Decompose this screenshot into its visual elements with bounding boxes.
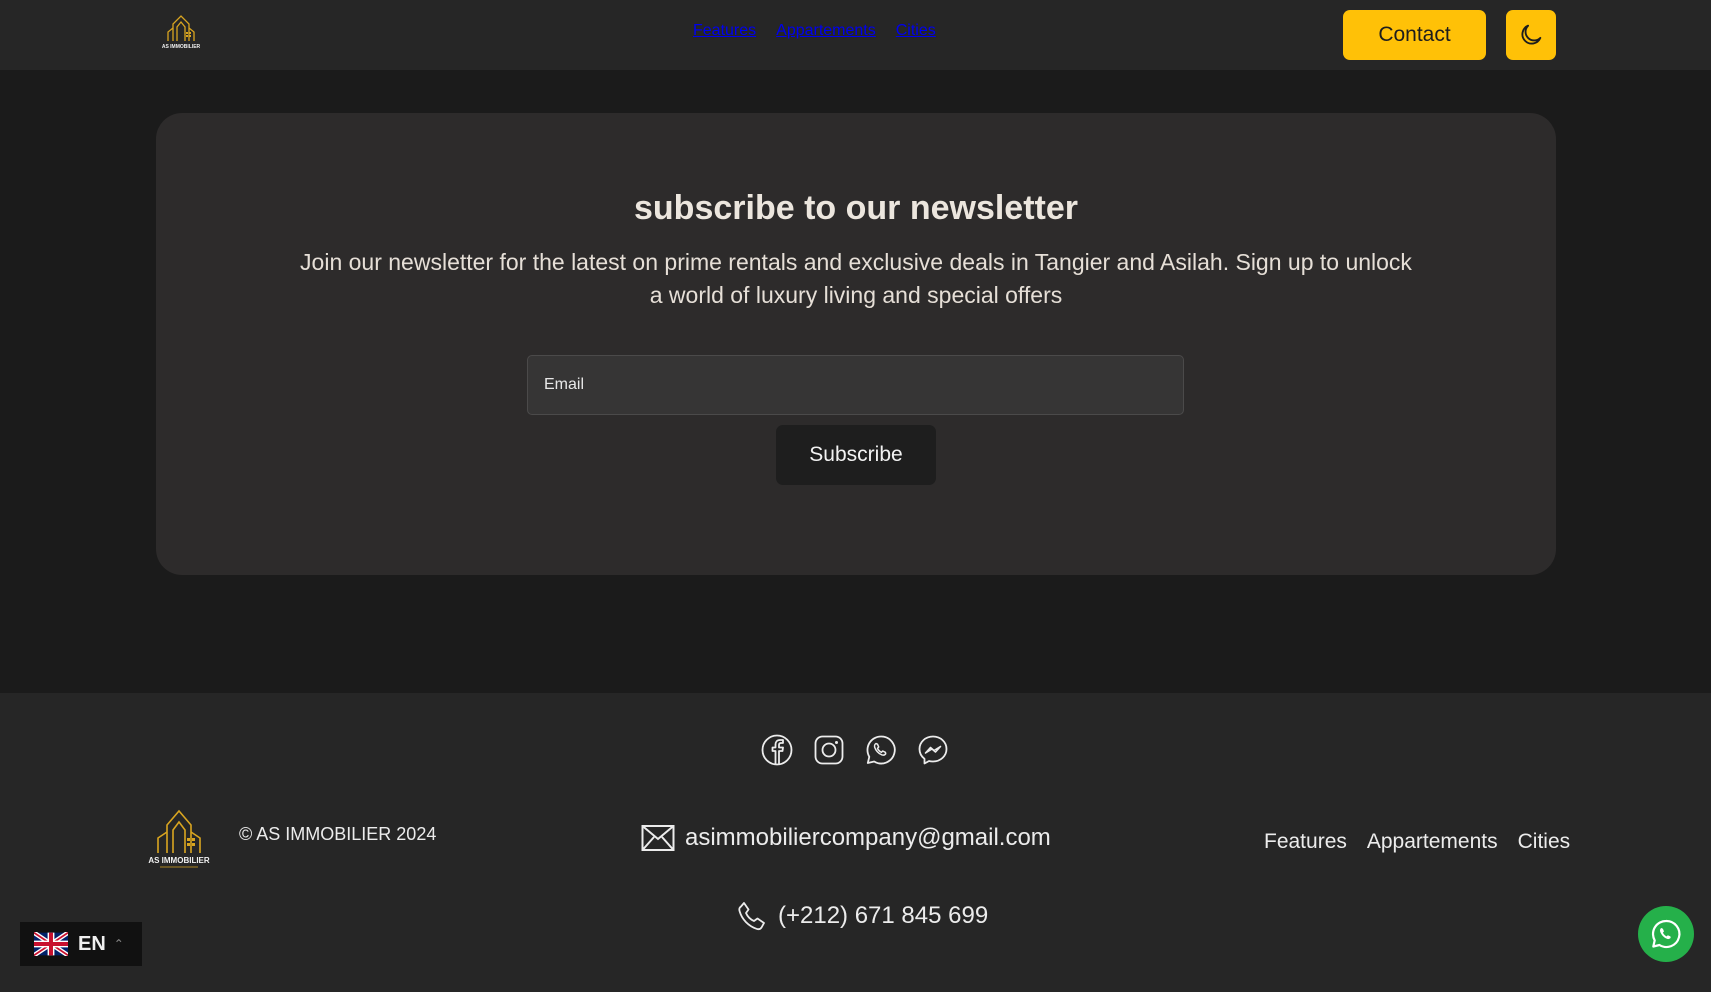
newsletter-title: subscribe to our newsletter: [634, 189, 1078, 227]
main-nav: Features Appartements Cities: [693, 22, 936, 40]
footer-logo[interactable]: AS IMMOBILIER: [140, 805, 218, 871]
email-address: asimmobiliercompany@gmail.com: [685, 824, 1051, 851]
social-links: [760, 733, 950, 767]
phone-number: (+212) 671 845 699: [778, 902, 989, 929]
mail-icon: [641, 825, 675, 851]
chevron-up-icon: ⌃: [113, 937, 124, 951]
building-logo-icon: AS IMMOBILIER: [162, 15, 201, 50]
logo[interactable]: AS IMMOBILIER: [156, 10, 206, 52]
theme-toggle-button[interactable]: [1506, 10, 1556, 60]
nav-appartements[interactable]: Appartements: [776, 22, 876, 40]
footer-nav-cities[interactable]: Cities: [1518, 830, 1571, 854]
whatsapp-icon: [1651, 919, 1681, 949]
footer: AS IMMOBILIER © AS IMMOBILIER 2024 asimm…: [0, 693, 1711, 992]
nav-features[interactable]: Features: [693, 22, 756, 40]
email-input[interactable]: [527, 355, 1184, 415]
svg-text:AS IMMOBILIER: AS IMMOBILIER: [148, 856, 210, 865]
newsletter-description: Join our newsletter for the latest on pr…: [300, 249, 1412, 308]
footer-nav: Features Appartements Cities: [1264, 830, 1570, 854]
uk-flag-icon: [34, 932, 68, 956]
language-selector[interactable]: EN ⌃: [20, 922, 142, 966]
contact-email[interactable]: asimmobiliercompany@gmail.com: [641, 824, 1051, 852]
contact-button[interactable]: Contact: [1343, 10, 1486, 60]
language-code: EN: [78, 932, 106, 955]
moon-icon: [1521, 24, 1542, 45]
messenger-icon[interactable]: [916, 733, 950, 767]
whatsapp-icon[interactable]: [864, 733, 898, 767]
copyright-text: © AS IMMOBILIER 2024: [239, 824, 437, 844]
building-logo-icon: AS IMMOBILIER: [148, 809, 210, 868]
svg-text:AS IMMOBILIER: AS IMMOBILIER: [162, 44, 201, 50]
instagram-icon[interactable]: [812, 733, 846, 767]
footer-nav-appartements[interactable]: Appartements: [1367, 830, 1498, 854]
subscribe-button[interactable]: Subscribe: [776, 425, 936, 485]
whatsapp-chat-button[interactable]: [1638, 906, 1694, 962]
nav-cities[interactable]: Cities: [896, 22, 936, 40]
footer-nav-features[interactable]: Features: [1264, 830, 1347, 854]
contact-phone[interactable]: (+212) 671 845 699: [736, 900, 988, 932]
newsletter-card: subscribe to our newsletter Join our new…: [156, 113, 1556, 575]
phone-icon: [738, 902, 765, 931]
facebook-icon[interactable]: [760, 733, 794, 767]
top-navbar: AS IMMOBILIER Features Appartements Citi…: [0, 0, 1711, 70]
